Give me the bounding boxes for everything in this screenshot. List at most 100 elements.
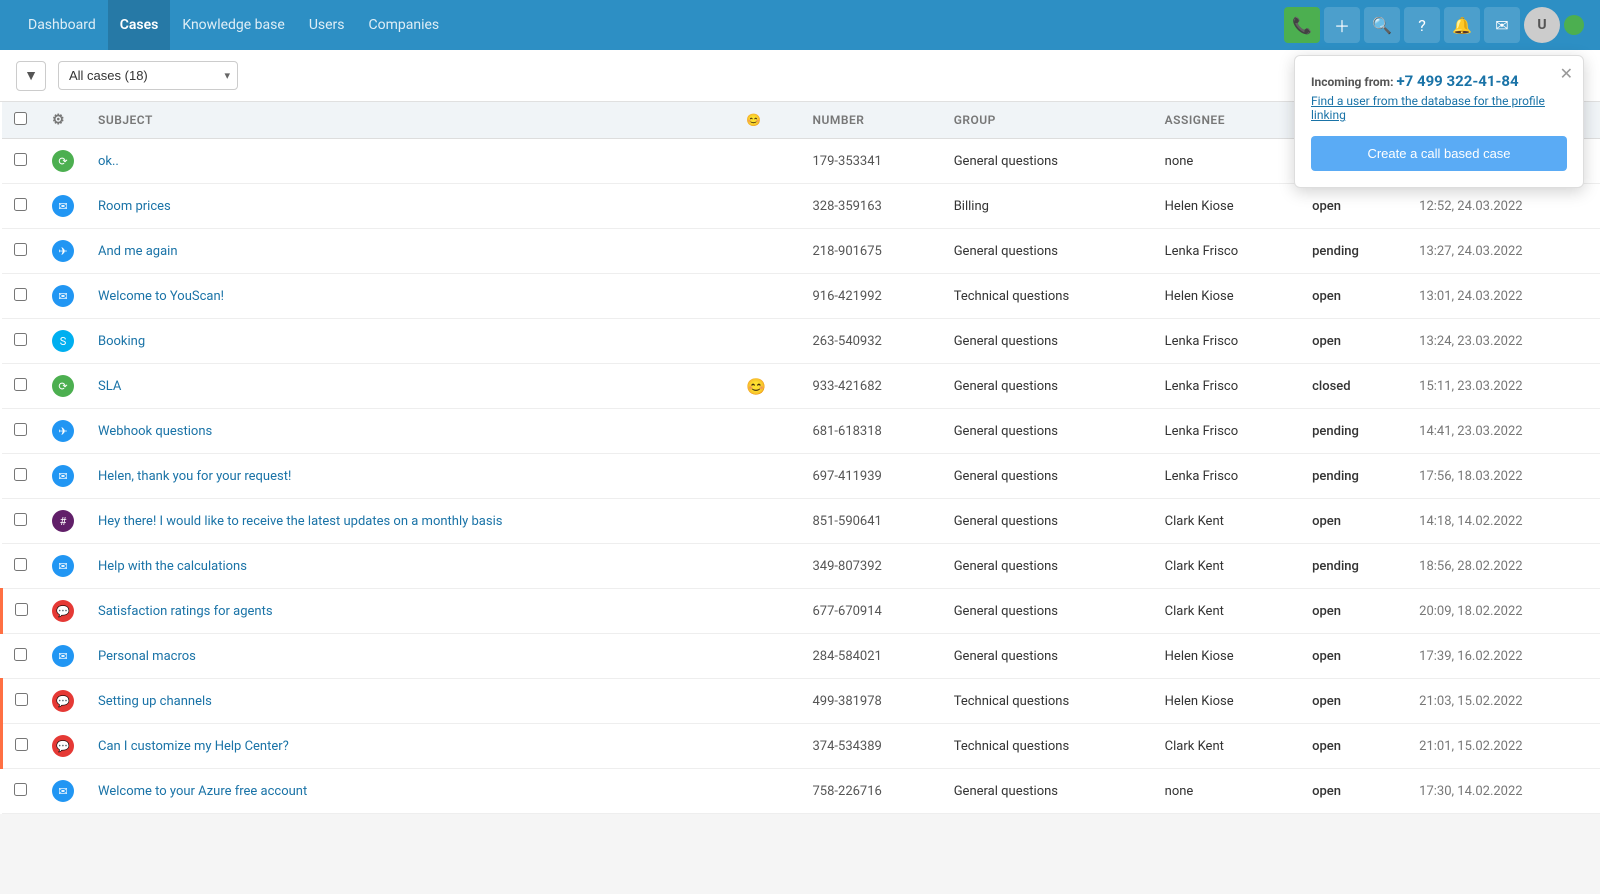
table-row[interactable]: ✉ Welcome to YouScan! 916-421992 Technic…: [2, 274, 1600, 319]
phone-icon-btn[interactable]: 📞: [1284, 7, 1320, 43]
table-row[interactable]: ✉ Helen, thank you for your request! 697…: [2, 454, 1600, 499]
channel-icon: ✉: [40, 274, 86, 319]
table-row[interactable]: ✈ Webhook questions 681-618318 General q…: [2, 409, 1600, 454]
case-subject[interactable]: Booking: [86, 319, 734, 364]
add-icon-btn[interactable]: ＋: [1324, 7, 1360, 43]
smiley-col: [734, 544, 800, 589]
table-row[interactable]: ✉ Welcome to your Azure free account 758…: [2, 769, 1600, 814]
nav-companies[interactable]: Companies: [357, 0, 452, 50]
channel-icon: ✉: [40, 769, 86, 814]
group-col-header: GROUP: [942, 102, 1153, 139]
status-indicator[interactable]: [1564, 15, 1584, 35]
case-subject[interactable]: SLA: [86, 364, 734, 409]
row-checkbox[interactable]: [2, 364, 41, 409]
popup-close-btn[interactable]: ✕: [1560, 64, 1573, 83]
top-navigation: Dashboard Cases Knowledge base Users Com…: [0, 0, 1600, 50]
table-row[interactable]: S Booking 263-540932 General questions L…: [2, 319, 1600, 364]
nav-users[interactable]: Users: [297, 0, 357, 50]
user-avatar[interactable]: U: [1524, 7, 1560, 43]
popup-link[interactable]: Find a user from the database for the pr…: [1311, 94, 1567, 122]
table-row[interactable]: ⟳ SLA 😊 933-421682 General questions Len…: [2, 364, 1600, 409]
case-group: General questions: [942, 634, 1153, 679]
case-assignee: none: [1153, 769, 1300, 814]
case-group: Technical questions: [942, 274, 1153, 319]
smiley-col: [734, 769, 800, 814]
select-all-checkbox[interactable]: [2, 102, 41, 139]
case-subject[interactable]: Setting up channels: [86, 679, 734, 724]
table-row[interactable]: ✉ Personal macros 284-584021 General que…: [2, 634, 1600, 679]
row-checkbox[interactable]: [2, 229, 41, 274]
nav-dashboard[interactable]: Dashboard: [16, 0, 108, 50]
case-group: General questions: [942, 409, 1153, 454]
case-date: 21:01, 15.02.2022: [1407, 724, 1600, 769]
case-number: 499-381978: [801, 679, 942, 724]
case-group: General questions: [942, 544, 1153, 589]
row-checkbox[interactable]: [2, 454, 41, 499]
row-checkbox[interactable]: [2, 319, 41, 364]
case-group: General questions: [942, 139, 1153, 184]
case-number: 851-590641: [801, 499, 942, 544]
channel-icon: ✈: [40, 409, 86, 454]
row-checkbox[interactable]: [2, 724, 41, 769]
case-number: 284-584021: [801, 634, 942, 679]
incoming-phone: +7 499 322-41-84: [1396, 72, 1518, 90]
smiley-col: [734, 454, 800, 499]
case-subject[interactable]: Helen, thank you for your request!: [86, 454, 734, 499]
nav-cases[interactable]: Cases: [108, 0, 171, 50]
table-row[interactable]: ✈ And me again 218-901675 General questi…: [2, 229, 1600, 274]
smiley-col: [734, 139, 800, 184]
case-date: 20:09, 18.02.2022: [1407, 589, 1600, 634]
channel-icon: ✈: [40, 229, 86, 274]
row-checkbox[interactable]: [2, 499, 41, 544]
table-row[interactable]: 💬 Satisfaction ratings for agents 677-67…: [2, 589, 1600, 634]
case-number: 933-421682: [801, 364, 942, 409]
smiley-col: [734, 184, 800, 229]
row-checkbox[interactable]: [2, 769, 41, 814]
row-checkbox[interactable]: [2, 184, 41, 229]
row-checkbox[interactable]: [2, 634, 41, 679]
row-checkbox[interactable]: [2, 589, 41, 634]
case-status: open: [1300, 634, 1407, 679]
case-number: 328-359163: [801, 184, 942, 229]
messages-icon-btn[interactable]: ✉: [1484, 7, 1520, 43]
case-subject[interactable]: Webhook questions: [86, 409, 734, 454]
case-group: General questions: [942, 319, 1153, 364]
table-row[interactable]: # Hey there! I would like to receive the…: [2, 499, 1600, 544]
cases-filter-select[interactable]: All cases (18): [58, 61, 238, 90]
settings-col-header[interactable]: ⚙: [40, 102, 86, 139]
nav-knowledge-base[interactable]: Knowledge base: [170, 0, 296, 50]
row-checkbox[interactable]: [2, 679, 41, 724]
table-row[interactable]: 💬 Can I customize my Help Center? 374-53…: [2, 724, 1600, 769]
table-row[interactable]: 💬 Setting up channels 499-381978 Technic…: [2, 679, 1600, 724]
case-subject[interactable]: Personal macros: [86, 634, 734, 679]
notifications-icon-btn[interactable]: 🔔: [1444, 7, 1480, 43]
row-checkbox[interactable]: [2, 139, 41, 184]
case-status: open: [1300, 679, 1407, 724]
smiley-col: [734, 409, 800, 454]
case-subject[interactable]: And me again: [86, 229, 734, 274]
case-subject[interactable]: ok..: [86, 139, 734, 184]
help-icon-btn[interactable]: ?: [1404, 7, 1440, 43]
case-subject[interactable]: Help with the calculations: [86, 544, 734, 589]
case-subject[interactable]: Welcome to your Azure free account: [86, 769, 734, 814]
row-checkbox[interactable]: [2, 274, 41, 319]
case-assignee: Helen Kiose: [1153, 634, 1300, 679]
incoming-label: Incoming from: +7 499 322-41-84: [1311, 72, 1567, 90]
gear-icon[interactable]: ⚙: [52, 112, 65, 128]
create-call-case-btn[interactable]: Create a call based case: [1311, 136, 1567, 171]
case-subject[interactable]: Room prices: [86, 184, 734, 229]
search-icon-btn[interactable]: 🔍: [1364, 7, 1400, 43]
row-checkbox[interactable]: [2, 544, 41, 589]
case-subject[interactable]: Can I customize my Help Center?: [86, 724, 734, 769]
table-row[interactable]: ✉ Help with the calculations 349-807392 …: [2, 544, 1600, 589]
case-subject[interactable]: Welcome to YouScan!: [86, 274, 734, 319]
case-status: open: [1300, 724, 1407, 769]
row-checkbox[interactable]: [2, 409, 41, 454]
filter-icon-btn[interactable]: ▼: [16, 61, 46, 91]
case-group: Technical questions: [942, 724, 1153, 769]
case-subject[interactable]: Satisfaction ratings for agents: [86, 589, 734, 634]
incoming-call-popup: ✕ Incoming from: +7 499 322-41-84 Find a…: [1294, 55, 1584, 188]
case-subject[interactable]: Hey there! I would like to receive the l…: [86, 499, 734, 544]
table-row[interactable]: ✉ Room prices 328-359163 Billing Helen K…: [2, 184, 1600, 229]
case-assignee: Lenka Frisco: [1153, 409, 1300, 454]
